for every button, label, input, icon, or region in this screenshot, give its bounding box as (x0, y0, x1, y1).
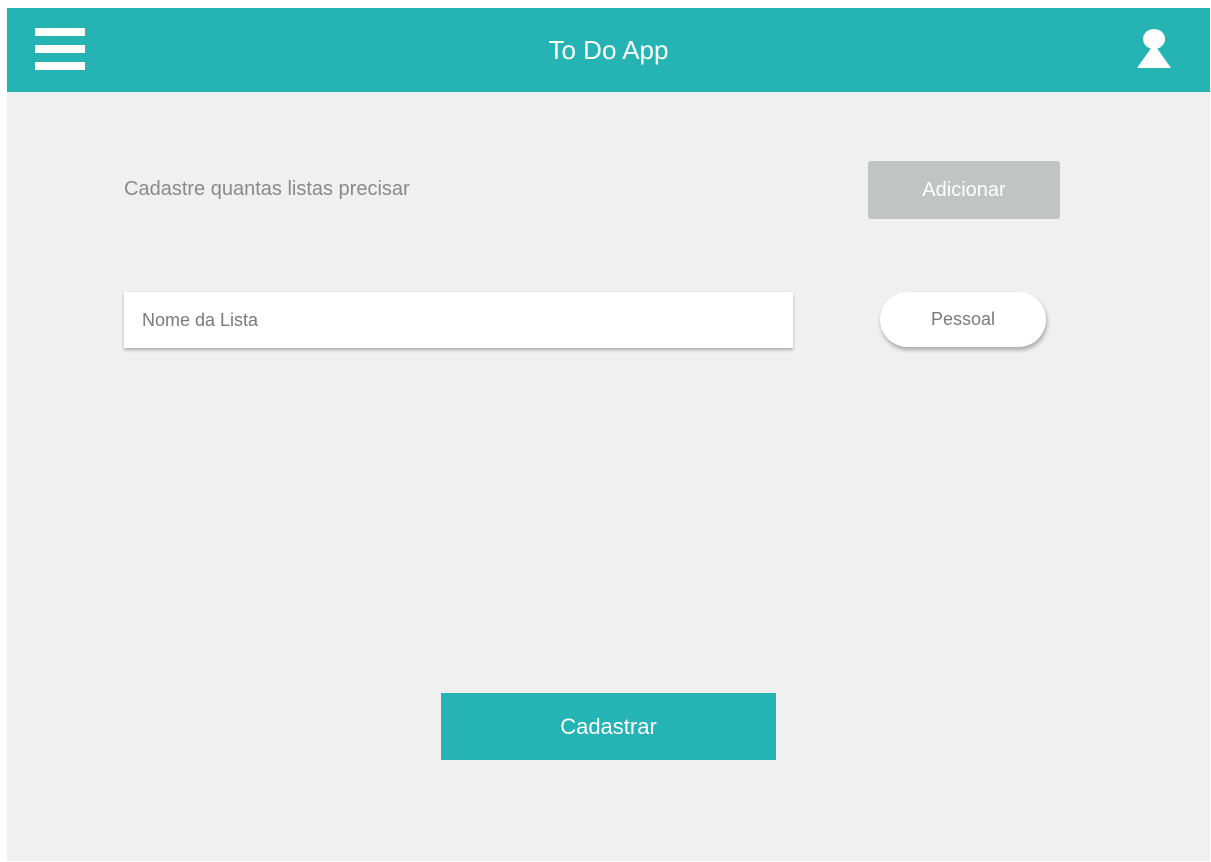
user-profile-icon[interactable] (1135, 28, 1173, 72)
hamburger-menu-icon[interactable] (35, 28, 87, 72)
add-button[interactable]: Adicionar (868, 161, 1060, 219)
intro-text: Cadastre quantas listas precisar (124, 178, 410, 200)
menu-icon-bar-bottom (35, 62, 85, 70)
user-icon-graphic (1137, 29, 1171, 68)
top-app-bar: To Do App (7, 8, 1210, 92)
menu-icon-bar-top (35, 28, 85, 36)
list-name-input[interactable] (124, 292, 793, 348)
app-screen: To Do App Cadastre quantas listas precis… (7, 8, 1210, 861)
menu-icon-bar-middle (35, 45, 85, 53)
app-title: To Do App (548, 35, 669, 65)
category-pessoal-button[interactable]: Pessoal (880, 292, 1046, 347)
submit-button[interactable]: Cadastrar (441, 693, 776, 760)
